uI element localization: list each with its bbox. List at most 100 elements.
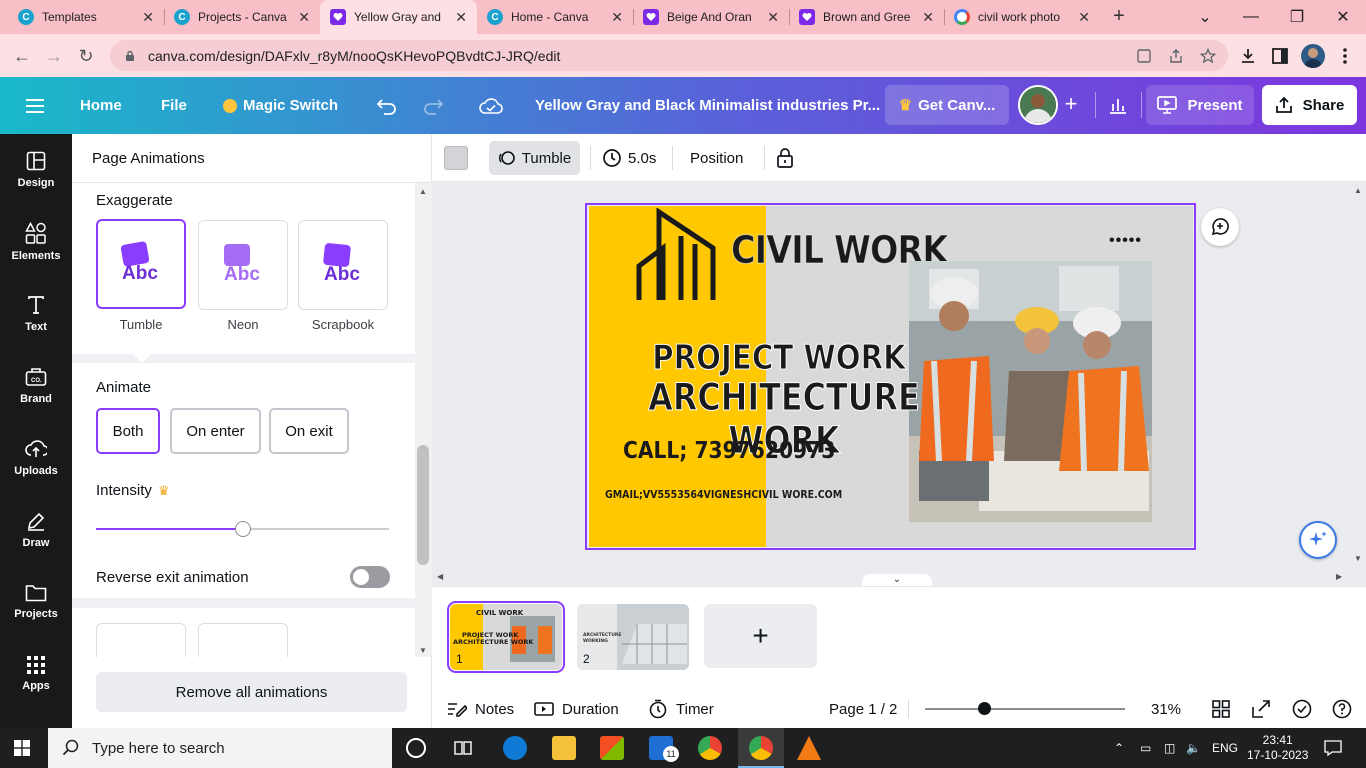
close-tab-icon[interactable]: ✕	[611, 9, 623, 26]
zoom-slider-handle[interactable]	[978, 702, 991, 715]
rail-item-draw[interactable]: Draw	[0, 494, 72, 566]
rail-item-design[interactable]: Design	[0, 134, 72, 206]
close-window-button[interactable]: ✕	[1320, 0, 1366, 34]
workspace-scrollbar[interactable]: ▲ ▼	[1350, 182, 1366, 586]
browser-tab[interactable]: C Projects - Canva ✕	[164, 0, 320, 34]
animation-button[interactable]: Tumble	[489, 141, 580, 175]
language-indicator[interactable]: ENG	[1212, 728, 1238, 768]
address-bar[interactable]: canva.com/design/DAFxlv_r8yM/nooQsKHevoP…	[110, 40, 1228, 71]
notifications-icon[interactable]	[1324, 739, 1342, 757]
volume-icon[interactable]: 🔈	[1186, 728, 1201, 768]
forward-button[interactable]: →	[40, 42, 68, 70]
intensity-slider[interactable]	[96, 521, 389, 537]
taskbar-search[interactable]: Type here to search	[48, 728, 392, 768]
animation-tumble[interactable]: Abc	[96, 219, 186, 309]
side-panel-icon[interactable]	[1269, 45, 1291, 67]
intensity-slider-handle[interactable]	[234, 521, 251, 537]
zoom-level[interactable]: 31%	[1151, 690, 1181, 728]
timer-button[interactable]: Timer	[648, 690, 714, 728]
fullscreen-icon[interactable]	[1252, 700, 1270, 718]
browser-tab[interactable]: Brown and Gree ✕	[789, 0, 944, 34]
share-page-icon[interactable]	[1168, 48, 1184, 64]
rail-item-uploads[interactable]: Uploads	[0, 422, 72, 494]
windows-start-icon[interactable]	[14, 740, 30, 756]
install-app-icon[interactable]	[1136, 48, 1152, 64]
rail-item-projects[interactable]: Projects	[0, 566, 72, 638]
collaborator-avatar[interactable]	[1018, 85, 1058, 125]
chrome-icon[interactable]	[698, 736, 722, 760]
battery-icon[interactable]: ▭	[1140, 728, 1151, 768]
magic-assistant-button[interactable]	[1299, 521, 1337, 559]
vlc-icon[interactable]	[797, 736, 821, 760]
page-thumbnail-1[interactable]: CIVIL WORK PROJECT WORK ARCHITECTURE WOR…	[447, 601, 565, 673]
check-icon[interactable]	[1292, 699, 1312, 719]
task-view-icon[interactable]	[453, 738, 473, 758]
browser-tab[interactable]: C Templates ✕	[8, 0, 164, 34]
animation-card[interactable]	[96, 623, 186, 657]
menu-icon[interactable]	[26, 77, 46, 134]
rail-item-apps[interactable]: Apps	[0, 638, 72, 710]
file-explorer-icon[interactable]	[552, 736, 576, 760]
rail-item-text[interactable]: Text	[0, 278, 72, 350]
browser-tab[interactable]: Beige And Oran ✕	[633, 0, 789, 34]
share-button[interactable]: Share	[1262, 85, 1357, 125]
browser-tab[interactable]: C Home - Canva ✕	[477, 0, 633, 34]
edge-icon[interactable]	[503, 736, 527, 760]
duration-button[interactable]: 5.0s	[602, 141, 656, 175]
bookmark-star-icon[interactable]	[1200, 48, 1216, 64]
duration-footer-button[interactable]: Duration	[534, 690, 619, 728]
active-chrome-taskbar[interactable]	[738, 728, 784, 768]
animation-scrapbook[interactable]: Abc	[298, 220, 388, 310]
add-page-button[interactable]: +	[704, 604, 817, 668]
animate-on-enter-button[interactable]: On enter	[170, 408, 261, 454]
profile-avatar[interactable]	[1301, 44, 1325, 68]
close-tab-icon[interactable]: ✕	[142, 9, 154, 26]
panel-scroll-area[interactable]: Exaggerate Abc Tumble Abc Neon Abc Scrap…	[72, 183, 415, 657]
clock[interactable]: 23:41 17-10-2023	[1247, 728, 1308, 768]
close-tab-icon[interactable]: ✕	[922, 9, 934, 26]
rail-item-brand[interactable]: CO. Brand	[0, 350, 72, 422]
more-menu-icon[interactable]	[1334, 45, 1356, 67]
undo-icon[interactable]	[376, 77, 398, 134]
document-title[interactable]: Yellow Gray and Black Minimalist industr…	[535, 77, 880, 134]
new-tab-button[interactable]: +	[1108, 5, 1130, 27]
reload-button[interactable]: ↻	[72, 42, 100, 70]
rail-item-elements[interactable]: Elements	[0, 206, 72, 278]
back-button[interactable]: ←	[8, 42, 36, 70]
cloud-saved-icon[interactable]	[479, 77, 503, 134]
restore-button[interactable]: ❐	[1274, 0, 1320, 34]
page-indicator[interactable]: Page 1 / 2	[829, 690, 897, 728]
browser-tab[interactable]: civil work photo ✕	[944, 0, 1100, 34]
store-icon[interactable]	[600, 736, 624, 760]
animation-neon[interactable]: Abc	[198, 220, 288, 310]
insights-icon[interactable]	[1108, 95, 1128, 115]
zoom-slider[interactable]	[925, 708, 1125, 710]
position-button[interactable]: Position	[690, 141, 743, 175]
close-tab-icon[interactable]: ✕	[298, 9, 310, 26]
add-comment-button[interactable]	[1201, 208, 1239, 246]
lock-icon[interactable]	[776, 147, 794, 169]
animate-both-button[interactable]: Both	[96, 408, 160, 454]
file-menu[interactable]: File	[161, 77, 187, 134]
animate-on-exit-button[interactable]: On exit	[269, 408, 349, 454]
reverse-exit-toggle[interactable]	[350, 566, 390, 588]
network-icon[interactable]: ◫	[1164, 728, 1175, 768]
tray-chevron-icon[interactable]: ⌃	[1114, 728, 1124, 768]
help-icon[interactable]	[1332, 699, 1352, 719]
notes-button[interactable]: Notes	[447, 690, 514, 728]
minimize-button[interactable]: —	[1228, 0, 1274, 34]
remove-all-animations-button[interactable]: Remove all animations	[96, 672, 407, 712]
add-collaborator-button[interactable]: +	[1060, 93, 1082, 115]
redo-icon[interactable]	[422, 77, 444, 134]
close-tab-icon[interactable]: ✕	[455, 9, 467, 26]
close-tab-icon[interactable]: ✕	[1078, 9, 1090, 26]
present-button[interactable]: Present	[1146, 85, 1254, 125]
cortana-icon[interactable]	[406, 738, 426, 758]
color-swatch[interactable]	[444, 146, 468, 170]
panel-scrollbar[interactable]: ▲ ▼	[415, 183, 432, 657]
magic-switch-button[interactable]: Magic Switch	[223, 77, 338, 134]
download-icon[interactable]	[1237, 45, 1259, 67]
animation-card[interactable]	[198, 623, 288, 657]
grid-view-icon[interactable]	[1212, 700, 1230, 718]
get-canva-pro-button[interactable]: ♛ Get Canv...	[885, 85, 1009, 125]
